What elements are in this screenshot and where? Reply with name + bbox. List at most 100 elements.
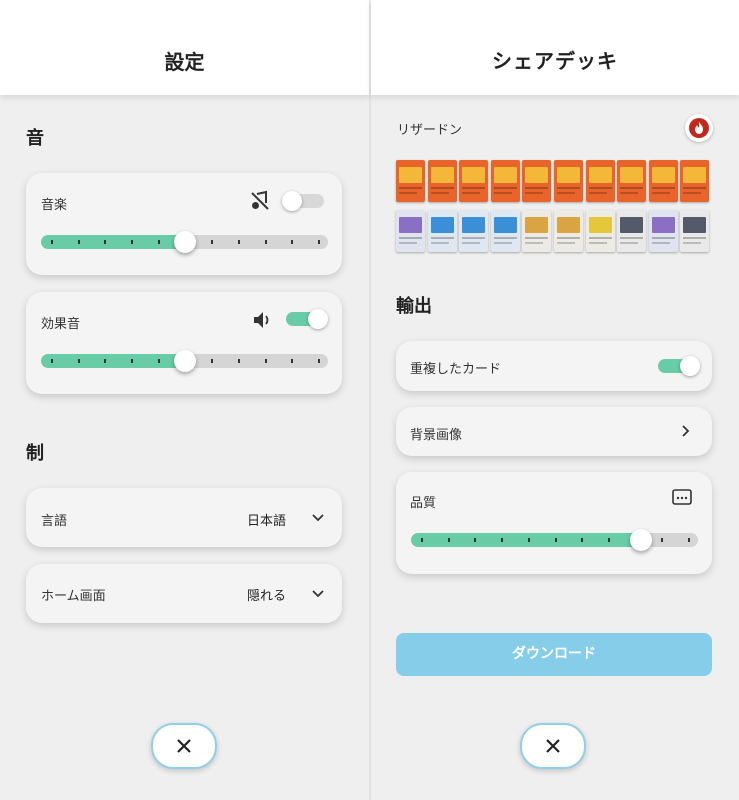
home-screen-label: ホーム画面 <box>41 589 106 604</box>
deck-card-text-line <box>620 187 644 189</box>
music-toggle[interactable] <box>282 191 324 211</box>
deck-card-text-line <box>588 187 612 189</box>
deck-card-text-line <box>399 192 417 194</box>
home-screen-value: 隠れる <box>247 589 287 604</box>
slider-tick <box>77 240 80 244</box>
deck-card-text-line <box>651 237 675 239</box>
slider-fill <box>41 354 185 368</box>
volume-icon[interactable] <box>251 309 273 331</box>
slider-tick <box>157 240 160 244</box>
slider-tick <box>318 359 320 363</box>
deck-card-text-line <box>620 192 639 194</box>
deck-card-art <box>462 167 486 183</box>
slider-track <box>411 533 698 547</box>
deck-card-text-line <box>493 192 512 194</box>
slider-knob[interactable] <box>173 350 196 372</box>
slider-tick <box>104 240 107 244</box>
slider-tick <box>237 240 240 244</box>
chevron-down-icon[interactable] <box>311 587 325 601</box>
deck-card-art <box>651 217 675 233</box>
deck-card-art <box>430 217 454 233</box>
chevron-right-icon[interactable] <box>679 424 693 438</box>
deck-card-art <box>620 167 644 183</box>
deck-card-psychic <box>648 210 678 252</box>
slider-tick <box>211 359 214 363</box>
slider-tick <box>527 538 530 542</box>
deck-card-text-line <box>620 237 644 239</box>
settings-panel: 設定 音 音楽 効果音 制 言語 日本語 ホーム画面 隠れる <box>0 0 369 800</box>
slider-tick <box>211 240 214 244</box>
deck-card-text-line <box>557 192 575 194</box>
slider-knob[interactable] <box>173 231 196 253</box>
music-volume-slider[interactable] <box>41 231 328 253</box>
slider-tick <box>291 359 294 363</box>
deck-card-text-line <box>493 237 517 239</box>
deck-card-text-line <box>557 187 580 189</box>
deck-card-fire <box>522 160 552 202</box>
deck-card-art <box>525 167 549 183</box>
sound-effects-toggle[interactable] <box>286 309 328 329</box>
deck-card-text-line <box>557 237 580 239</box>
deck-card-text-line <box>430 237 454 239</box>
slider-tick <box>51 240 53 244</box>
deck-card-water <box>490 210 520 252</box>
music-toggle-knob <box>282 191 302 211</box>
slider-fill <box>411 533 641 547</box>
deck-card-art <box>588 167 612 183</box>
deck-card-fire <box>396 160 425 202</box>
slider-tick <box>51 359 53 363</box>
deck-card-art <box>493 217 517 233</box>
deck-card-art <box>588 217 612 233</box>
slider-tick <box>131 359 134 363</box>
quality-card: 品質 <box>396 472 712 574</box>
slider-tick <box>104 359 107 363</box>
control-section-title: 制 <box>26 443 44 464</box>
settings-close-button[interactable] <box>151 723 217 769</box>
sound-effects-toggle-knob <box>308 309 328 329</box>
deck-card-fire <box>554 160 583 202</box>
deck-card-text-line <box>525 237 549 239</box>
slider-knob[interactable] <box>629 529 652 551</box>
sound-effects-volume-slider[interactable] <box>41 350 328 372</box>
download-button[interactable]: ダウンロード <box>396 633 712 676</box>
deck-card-art <box>525 217 549 233</box>
slider-tick <box>501 538 504 542</box>
deck-card-art <box>651 167 675 183</box>
chevron-down-icon[interactable] <box>311 511 325 525</box>
duplicate-cards-card: 重複したカード <box>396 341 712 391</box>
share-deck-title: シェアデッキ <box>492 49 618 73</box>
share-close-button[interactable] <box>520 723 586 769</box>
close-icon <box>177 739 191 753</box>
quality-slider[interactable] <box>411 529 698 551</box>
music-card: 音楽 <box>26 173 342 275</box>
deck-card-text-line <box>430 187 454 189</box>
deck-card-text-line <box>651 242 670 244</box>
deck-card-text-line <box>525 187 549 189</box>
deck-card-text-line <box>683 192 702 194</box>
deck-card-art <box>620 217 644 233</box>
home-screen-card[interactable]: ホーム画面 隠れる <box>26 564 342 623</box>
deck-card-psychic <box>396 210 425 252</box>
deck-card-art <box>683 167 707 183</box>
deck-card-text-line <box>588 242 607 244</box>
music-label: 音楽 <box>41 198 68 213</box>
close-icon <box>546 739 560 753</box>
slider-tick <box>661 538 664 542</box>
slider-tick <box>318 240 320 244</box>
deck-card-fire <box>680 160 710 202</box>
deck-card-colorless <box>554 210 583 252</box>
deck-card-trainer <box>680 210 710 252</box>
duplicate-cards-toggle[interactable] <box>658 356 700 376</box>
deck-card-colorless <box>522 210 552 252</box>
deck-card-text-line <box>683 187 707 189</box>
deck-card-art <box>399 167 422 183</box>
background-image-label: 背景画像 <box>410 428 463 443</box>
background-image-card[interactable]: 背景画像 <box>396 407 712 456</box>
deck-card-grid <box>396 160 712 255</box>
deck-card-text-line <box>588 192 607 194</box>
language-card[interactable]: 言語 日本語 <box>26 488 342 547</box>
music-off-icon[interactable] <box>249 190 271 212</box>
deck-card-trainer <box>617 210 647 252</box>
slider-tick <box>447 538 450 542</box>
deck-card-text-line <box>493 187 517 189</box>
